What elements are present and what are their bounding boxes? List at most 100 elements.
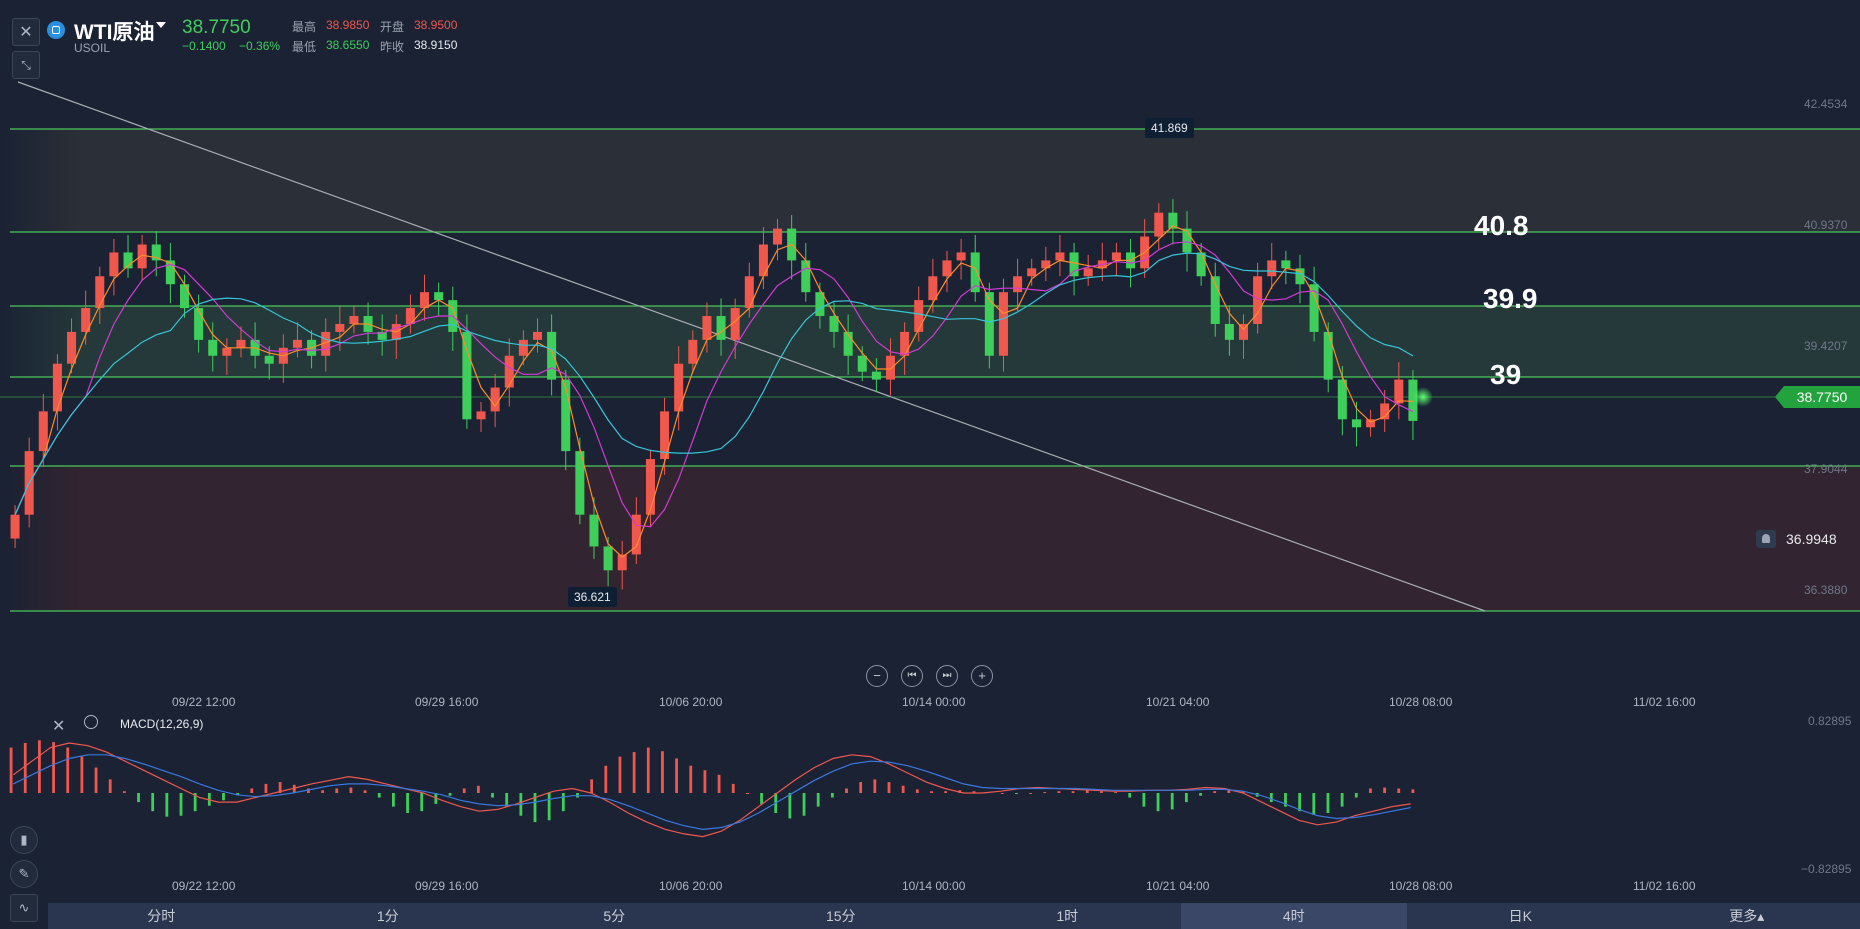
- candle-body: [264, 355, 274, 364]
- tab-more[interactable]: 更多▴: [1634, 903, 1860, 929]
- candle-body: [1111, 252, 1121, 261]
- line-chart-icon: ∿: [18, 900, 30, 915]
- macd-histogram-bar: [476, 785, 480, 793]
- tab-timeshare[interactable]: 分时: [48, 903, 275, 929]
- candle-body: [405, 308, 415, 324]
- macd-histogram-bar: [1156, 793, 1160, 812]
- timeframe-tabs: 分时 1分 5分 15分 1时 4时 日K 更多▴: [48, 903, 1860, 929]
- macd-histogram-bar: [1411, 789, 1415, 793]
- macd-histogram-bar: [646, 747, 650, 793]
- open-label: 开盘: [380, 20, 405, 34]
- open-value: 38.9500: [414, 18, 458, 32]
- candle-body: [292, 339, 302, 348]
- macd-histogram-bar: [887, 782, 891, 793]
- candle-body: [688, 339, 698, 364]
- macd-histogram-bar: [406, 793, 409, 813]
- macd-histogram-bar: [830, 793, 834, 798]
- candle-body: [1267, 260, 1277, 277]
- zone-lower: [0, 466, 1860, 611]
- macd-histogram-bar: [915, 789, 919, 793]
- collapse-button[interactable]: ⤡: [12, 51, 40, 79]
- macd-histogram-bar: [151, 793, 155, 812]
- macd-histogram-bar: [222, 793, 225, 801]
- tab-15min[interactable]: 15分: [728, 903, 955, 929]
- zoom-out-button[interactable]: −: [866, 665, 888, 687]
- tab-4hour[interactable]: 4时: [1180, 903, 1407, 929]
- macd-histogram-bar: [23, 743, 27, 793]
- candle-body: [518, 339, 528, 356]
- candle-body: [547, 331, 557, 380]
- macd-y-axis-label: −0.82895: [1801, 862, 1852, 876]
- macd-histogram-bar: [675, 758, 678, 793]
- y-axis-label: 39.4207: [1804, 339, 1848, 353]
- macd-histogram-bar: [1298, 793, 1302, 812]
- candle-body: [1055, 252, 1065, 261]
- macd-histogram-bar: [250, 788, 254, 793]
- draw-tool-button[interactable]: ✎: [10, 860, 38, 888]
- candle-body: [67, 331, 77, 364]
- prev-close-value: 38.9150: [414, 38, 458, 52]
- candle-body: [942, 260, 952, 277]
- macd-histogram-bar: [1340, 793, 1344, 807]
- indicator-tool-button[interactable]: ▮: [10, 826, 38, 854]
- candle-body: [476, 411, 486, 420]
- candle-body: [998, 292, 1008, 356]
- candle-body: [1281, 260, 1291, 269]
- macd-histogram-bar: [845, 788, 848, 793]
- candle-body: [1323, 331, 1333, 380]
- tab-1hour[interactable]: 1时: [954, 903, 1181, 929]
- macd-histogram-bar: [52, 742, 55, 793]
- macd-histogram-bar: [859, 782, 863, 793]
- candle-body: [1224, 323, 1234, 340]
- macd-histogram-bar: [363, 790, 367, 793]
- macd-y-axis-label: 0.82895: [1808, 714, 1852, 728]
- symbol-dropdown-icon[interactable]: [156, 22, 166, 28]
- candle-body: [490, 387, 500, 412]
- chart-canvas[interactable]: [0, 0, 1860, 929]
- x-axis-label: 10/06 20:00: [659, 695, 723, 709]
- macd-x-axis-label: 09/29 16:00: [415, 879, 479, 893]
- macd-histogram-bar: [1100, 791, 1103, 793]
- candle-body: [434, 292, 444, 301]
- candle-body: [956, 252, 966, 261]
- macd-label: MACD(12,26,9): [120, 717, 204, 731]
- close-chart-button[interactable]: ✕: [12, 18, 40, 46]
- scroll-end-button[interactable]: ⏭: [936, 665, 958, 687]
- tab-1min[interactable]: 1分: [275, 903, 502, 929]
- macd-histogram-bar: [816, 793, 820, 807]
- candle-body: [773, 228, 783, 245]
- x-axis-label: 11/02 16:00: [1633, 695, 1696, 709]
- tab-daily[interactable]: 日K: [1407, 903, 1634, 929]
- macd-x-axis-label: 09/22 12:00: [172, 879, 236, 893]
- scroll-start-button[interactable]: ⏮: [901, 665, 923, 687]
- candle-body: [1154, 212, 1164, 237]
- bars-icon: ▮: [20, 832, 28, 847]
- macd-histogram-bar: [604, 765, 608, 793]
- candle-body: [1083, 268, 1093, 277]
- macd-histogram-bar: [1369, 788, 1372, 793]
- candle-body: [885, 355, 896, 380]
- indicator-settings-icon[interactable]: [84, 715, 98, 729]
- candle-body: [504, 355, 514, 388]
- skip-forward-icon: ⏭: [942, 670, 952, 681]
- macd-histogram-bar: [392, 793, 395, 807]
- macd-histogram-bar: [377, 793, 381, 798]
- candle-body: [1027, 268, 1037, 277]
- x-axis-label: 10/28 08:00: [1389, 695, 1453, 709]
- current-price-tag: 38.7750: [1775, 386, 1860, 408]
- candle-body: [801, 260, 811, 293]
- indicator-list-button[interactable]: ∿: [10, 894, 38, 922]
- tab-5min[interactable]: 5分: [501, 903, 728, 929]
- macd-histogram-bar: [632, 752, 636, 793]
- candle-body: [109, 252, 119, 277]
- candle-body: [589, 514, 599, 547]
- remove-indicator-icon[interactable]: ✕: [52, 716, 65, 736]
- macd-histogram-bar: [1213, 791, 1217, 793]
- macd-histogram-bar: [1383, 787, 1386, 793]
- zoom-in-button[interactable]: +: [971, 665, 993, 687]
- price-alert[interactable]: 36.9948: [1756, 528, 1860, 550]
- candle-body: [532, 331, 543, 340]
- macd-histogram-bar: [717, 774, 721, 793]
- candle-body: [984, 292, 994, 356]
- candle-body: [1196, 252, 1206, 277]
